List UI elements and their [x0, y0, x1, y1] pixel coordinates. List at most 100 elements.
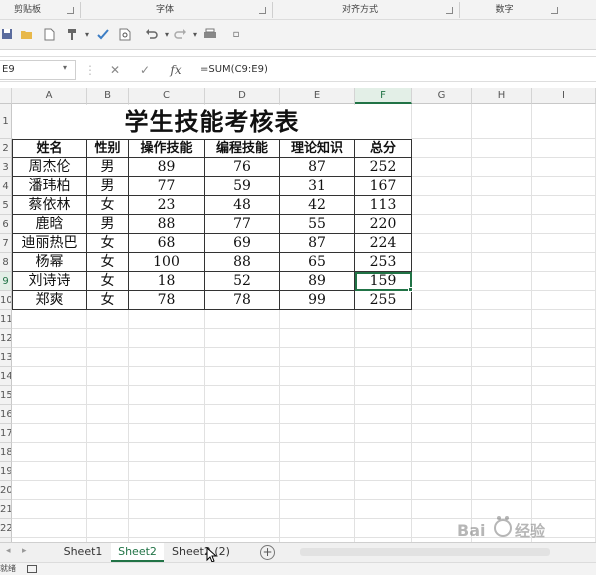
- row-header-6[interactable]: 6: [0, 215, 12, 234]
- worksheet-grid[interactable]: ABCDEFGHI 1 2 3 4 5 6 7 8 9 10 11 12 13 14 15 16 17 18 19 2…: [0, 88, 596, 542]
- table-cell[interactable]: 男: [87, 215, 129, 234]
- table-cell[interactable]: 鹿晗: [12, 215, 87, 234]
- table-header-cell[interactable]: 操作技能: [129, 139, 205, 158]
- row-header-13[interactable]: 13: [0, 348, 12, 367]
- row-header-12[interactable]: 12: [0, 329, 12, 348]
- column-header-e[interactable]: E: [280, 88, 355, 104]
- print-icon[interactable]: [203, 28, 217, 42]
- table-cell[interactable]: 女: [87, 291, 129, 310]
- table-cell[interactable]: 253: [355, 253, 412, 272]
- undo-icon[interactable]: [144, 28, 158, 42]
- row-header-20[interactable]: 20: [0, 481, 12, 500]
- number-launcher-icon[interactable]: [551, 7, 558, 14]
- redo-dropdown-icon[interactable]: ▾: [188, 28, 202, 42]
- table-cell[interactable]: 99: [280, 291, 355, 310]
- table-cell[interactable]: 女: [87, 234, 129, 253]
- active-cell[interactable]: 159: [355, 272, 412, 291]
- table-cell[interactable]: 252: [355, 158, 412, 177]
- tab-sheet1[interactable]: Sheet1: [58, 543, 108, 562]
- table-cell[interactable]: 167: [355, 177, 412, 196]
- row-header-9[interactable]: 9: [0, 272, 12, 291]
- table-cell[interactable]: 88: [205, 253, 280, 272]
- table-cell[interactable]: 郑爽: [12, 291, 87, 310]
- row-header-18[interactable]: 18: [0, 443, 12, 462]
- print-preview-icon[interactable]: [118, 28, 132, 42]
- chevron-down-icon[interactable]: ▾: [63, 63, 67, 72]
- tab-sheet2[interactable]: Sheet2: [111, 543, 164, 562]
- table-cell[interactable]: 女: [87, 196, 129, 215]
- table-cell[interactable]: 潘玮柏: [12, 177, 87, 196]
- table-cell[interactable]: 255: [355, 291, 412, 310]
- save-icon[interactable]: [0, 28, 14, 42]
- spell-check-icon[interactable]: [96, 28, 110, 42]
- table-cell[interactable]: 杨幂: [12, 253, 87, 272]
- row-header-3[interactable]: 3: [0, 158, 12, 177]
- add-sheet-button[interactable]: +: [260, 545, 275, 560]
- row-header-10[interactable]: 10: [0, 291, 12, 310]
- column-header-g[interactable]: G: [412, 88, 472, 104]
- row-header-17[interactable]: 17: [0, 424, 12, 443]
- formula-input[interactable]: =SUM(C9:E9): [200, 60, 268, 80]
- table-cell[interactable]: 55: [280, 215, 355, 234]
- column-header-f[interactable]: F: [355, 88, 412, 104]
- table-cell[interactable]: 113: [355, 196, 412, 215]
- sheet-title[interactable]: 学生技能考核表: [13, 105, 411, 139]
- row-header-4[interactable]: 4: [0, 177, 12, 196]
- row-header-19[interactable]: 19: [0, 462, 12, 481]
- table-cell[interactable]: 65: [280, 253, 355, 272]
- table-cell[interactable]: 48: [205, 196, 280, 215]
- table-cell[interactable]: 31: [280, 177, 355, 196]
- column-header-b[interactable]: B: [87, 88, 129, 104]
- table-cell[interactable]: 78: [205, 291, 280, 310]
- confirm-icon[interactable]: ✓: [138, 61, 152, 79]
- table-cell[interactable]: 蔡依林: [12, 196, 87, 215]
- table-cell[interactable]: 77: [205, 215, 280, 234]
- tab-sheet2-copy[interactable]: Sheet2 (2): [167, 543, 235, 562]
- tab-scroll-left-icon[interactable]: ◂: [6, 546, 11, 556]
- cancel-icon[interactable]: ✕: [108, 61, 122, 79]
- new-icon[interactable]: [42, 28, 56, 42]
- fill-handle[interactable]: [408, 287, 413, 292]
- undo-dropdown-icon[interactable]: ▾: [160, 28, 174, 42]
- row-header-8[interactable]: 8: [0, 253, 12, 272]
- table-cell[interactable]: 87: [280, 234, 355, 253]
- tab-scroll-right-icon[interactable]: ▸: [22, 546, 27, 556]
- table-cell[interactable]: 23: [129, 196, 205, 215]
- table-cell[interactable]: 59: [205, 177, 280, 196]
- row-header-16[interactable]: 16: [0, 405, 12, 424]
- column-header-d[interactable]: D: [205, 88, 280, 104]
- column-header-i[interactable]: I: [532, 88, 596, 104]
- table-cell[interactable]: 224: [355, 234, 412, 253]
- select-all-corner[interactable]: [0, 88, 12, 104]
- table-cell[interactable]: 18: [129, 272, 205, 291]
- row-header-22[interactable]: 22: [0, 519, 12, 538]
- row-header-7[interactable]: 7: [0, 234, 12, 253]
- table-cell[interactable]: 迪丽热巴: [12, 234, 87, 253]
- horizontal-scrollbar[interactable]: [300, 548, 550, 556]
- redo-icon[interactable]: [173, 28, 187, 42]
- row-header-11[interactable]: 11: [0, 310, 12, 329]
- row-header-14[interactable]: 14: [0, 367, 12, 386]
- table-cell[interactable]: 男: [87, 158, 129, 177]
- row-header-5[interactable]: 5: [0, 196, 12, 215]
- table-header-cell[interactable]: 总分: [355, 139, 412, 158]
- table-cell[interactable]: 87: [280, 158, 355, 177]
- table-cell[interactable]: 周杰伦: [12, 158, 87, 177]
- row-header-15[interactable]: 15: [0, 386, 12, 405]
- more-icon[interactable]: ▫: [229, 28, 243, 42]
- row-header-2[interactable]: 2: [0, 139, 12, 158]
- column-header-h[interactable]: H: [472, 88, 532, 104]
- table-cell[interactable]: 78: [129, 291, 205, 310]
- clipboard-launcher-icon[interactable]: [67, 7, 74, 14]
- macro-record-icon[interactable]: [27, 565, 37, 573]
- column-header-a[interactable]: A: [12, 88, 87, 104]
- table-header-cell[interactable]: 编程技能: [205, 139, 280, 158]
- font-launcher-icon[interactable]: [259, 7, 266, 14]
- row-header-21[interactable]: 21: [0, 500, 12, 519]
- table-cell[interactable]: 69: [205, 234, 280, 253]
- table-cell[interactable]: 88: [129, 215, 205, 234]
- open-icon[interactable]: [19, 28, 33, 42]
- table-cell[interactable]: 男: [87, 177, 129, 196]
- table-header-cell[interactable]: 理论知识: [280, 139, 355, 158]
- insert-function-icon[interactable]: fx: [168, 61, 184, 79]
